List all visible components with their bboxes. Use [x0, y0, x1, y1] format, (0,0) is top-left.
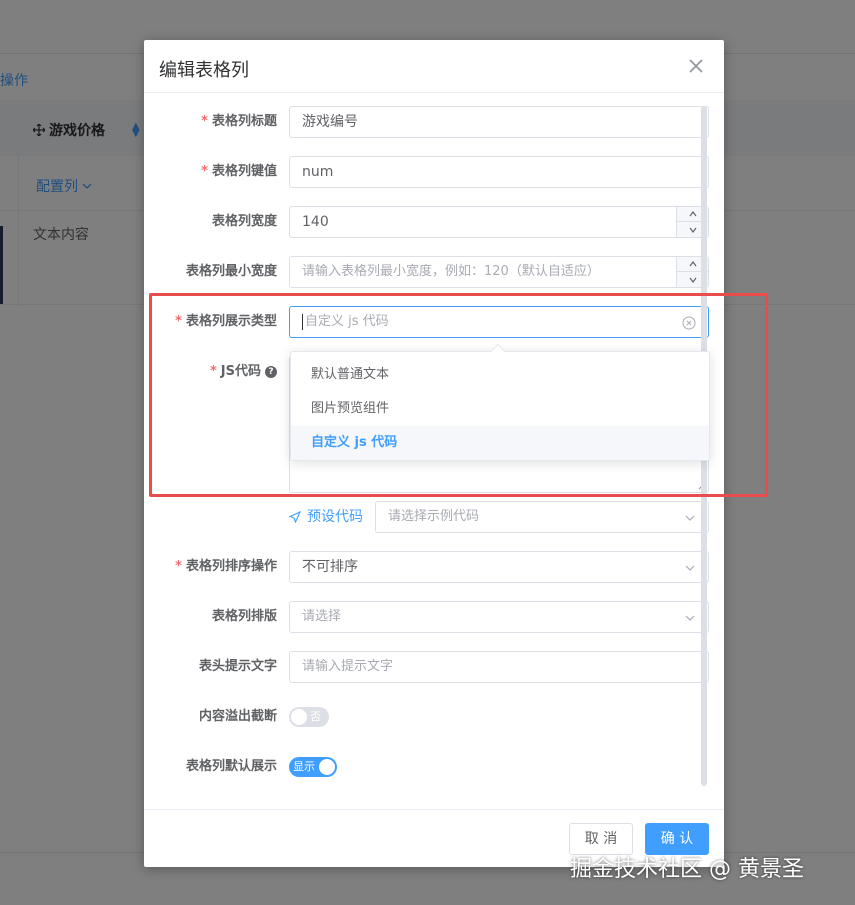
field-label: 表格列默认展示	[185, 759, 277, 774]
form-row-default-show: 表格列默认展示 显示	[144, 751, 724, 783]
field-label: 表格列排版	[211, 609, 277, 624]
form-row-header-tip: 表头提示文字 请输入提示文字	[144, 651, 724, 683]
field-label: 表头提示文字	[198, 659, 277, 674]
form-row-column-width: 表格列宽度 140	[144, 206, 724, 238]
min-width-placeholder: 请输入表格列最小宽度，例如：120（默认自适应）	[302, 264, 600, 279]
chevron-up-icon	[689, 261, 696, 267]
chevron-down-icon	[685, 565, 695, 571]
field-label: * 表格列标题	[201, 114, 277, 129]
layout-select[interactable]: 请选择	[289, 601, 709, 633]
preset-code-link[interactable]: 预设代码	[289, 501, 363, 533]
switch-text: 否	[310, 710, 321, 723]
default-show-switch[interactable]: 显示	[289, 757, 337, 777]
chevron-up-icon	[689, 211, 696, 217]
switch-knob	[291, 709, 307, 725]
field-label: * 表格列键值	[201, 164, 277, 179]
preset-code-label: 预设代码	[307, 509, 363, 525]
column-width-value: 140	[302, 214, 329, 230]
form-row-min-width: 表格列最小宽度 请输入表格列最小宽度，例如：120（默认自适应）	[144, 256, 724, 288]
close-icon[interactable]	[686, 56, 706, 76]
annotation-highlight-box	[149, 293, 768, 497]
switch-text: 显示	[293, 760, 315, 773]
field-label: 表格列宽度	[211, 214, 277, 229]
form-row-layout: 表格列排版 请选择	[144, 601, 724, 633]
preset-placeholder: 请选择示例代码	[388, 509, 480, 524]
form-row-preset: 预设代码 请选择示例代码	[144, 501, 724, 533]
form-row-column-key: * 表格列键值 num	[144, 156, 724, 188]
sort-op-select[interactable]: 不可排序	[289, 551, 709, 583]
chevron-down-icon	[689, 277, 696, 283]
form-row-column-title: * 表格列标题 游戏编号	[144, 106, 724, 138]
field-label: * 表格列排序操作	[175, 559, 277, 574]
watermark: 掘金技术社区 @ 黄景圣	[570, 857, 804, 882]
preset-example-select[interactable]: 请选择示例代码	[375, 501, 709, 533]
chevron-down-icon	[685, 515, 695, 521]
overflow-switch[interactable]: 否	[289, 707, 329, 727]
form-row-sort-op: * 表格列排序操作 不可排序	[144, 551, 724, 583]
dialog-title: 编辑表格列	[159, 60, 249, 81]
dialog-header: 编辑表格列	[144, 40, 724, 93]
sort-op-value: 不可排序	[302, 559, 358, 575]
header-tip-input[interactable]: 请输入提示文字	[289, 651, 709, 683]
column-title-input[interactable]: 游戏编号	[289, 106, 709, 138]
column-width-input[interactable]: 140	[289, 206, 709, 238]
send-icon	[289, 511, 301, 523]
switch-knob	[319, 759, 335, 775]
chevron-down-icon	[685, 615, 695, 621]
column-key-input[interactable]: num	[289, 156, 709, 188]
field-label: 内容溢出截断	[198, 709, 277, 724]
min-width-input[interactable]: 请输入表格列最小宽度，例如：120（默认自适应）	[289, 256, 709, 288]
layout-placeholder: 请选择	[302, 609, 342, 624]
chevron-down-icon	[689, 227, 696, 233]
form-row-overflow: 内容溢出截断 否	[144, 701, 724, 733]
field-label: 表格列最小宽度	[185, 264, 277, 279]
